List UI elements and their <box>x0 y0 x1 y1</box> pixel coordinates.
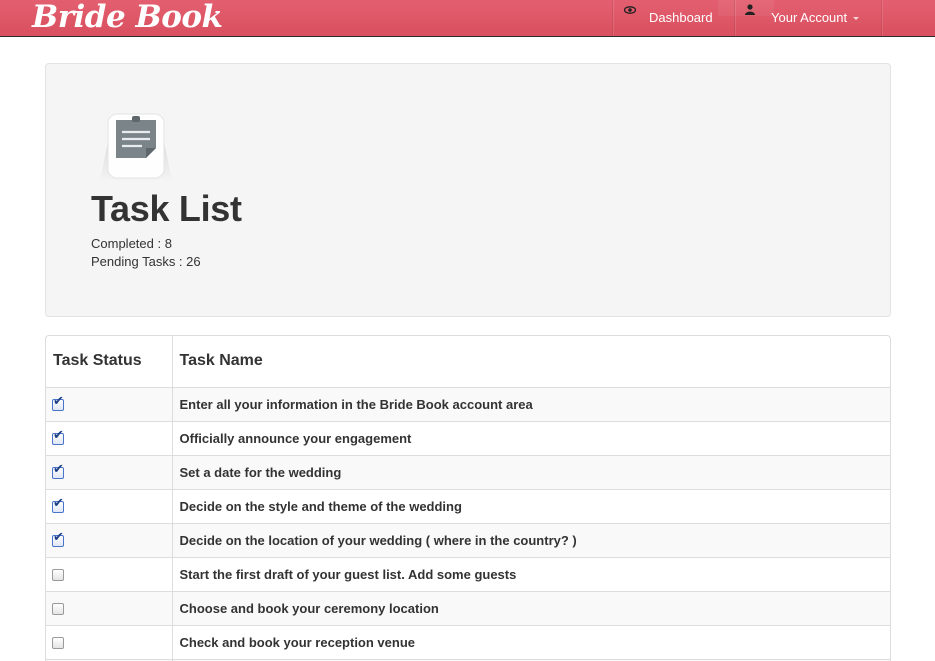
task-status-cell <box>46 556 173 591</box>
table-row: Choose and book your ceremony location <box>46 590 890 625</box>
user-icon <box>744 3 756 18</box>
table-row: ✔ Set a date for the wedding <box>46 454 890 489</box>
task-name: Start the first draft of your guest list… <box>172 556 890 591</box>
task-checkbox[interactable]: ✔ <box>52 497 64 514</box>
checkmark-icon: ✔ <box>53 496 64 512</box>
task-checkbox[interactable]: ✔ <box>52 395 64 412</box>
task-status-cell <box>46 590 173 625</box>
nav-dashboard[interactable]: Dashboard <box>613 0 734 36</box>
chevron-down-icon <box>853 17 860 21</box>
table-row: ✔ Decide on the style and theme of the we… <box>46 488 890 523</box>
table-header-row: Task Status Task Name <box>46 336 890 387</box>
checkmark-icon: ✔ <box>53 428 64 444</box>
table-row: Check and book your reception venue <box>46 624 890 659</box>
completed-count: Completed : 8 <box>91 236 172 251</box>
task-status-cell: ✔ <box>46 420 173 455</box>
column-header-name: Task Name <box>179 352 263 370</box>
column-header-status: Task Status <box>46 336 173 387</box>
top-navbar: Bride Book Dashboard Your Account <box>0 0 935 37</box>
nav-account-label: Your Account <box>771 10 860 25</box>
task-checkbox[interactable]: ✔ <box>52 429 64 446</box>
task-name: Decide on the style and theme of the wed… <box>172 488 890 523</box>
task-name: Officially announce your engagement <box>172 420 890 455</box>
notepad-icon <box>96 108 176 184</box>
nav-dashboard-label: Dashboard <box>649 10 713 25</box>
brand-logo[interactable]: Bride Book <box>32 0 223 35</box>
task-table: Task Status Task Name ✔ Enter all your in… <box>45 335 891 661</box>
task-name: Enter all your information in the Bride … <box>172 386 890 421</box>
checkmark-icon: ✔ <box>53 462 64 478</box>
task-status-cell: ✔ <box>46 386 173 421</box>
task-name: Check and book your reception venue <box>172 624 890 659</box>
task-status-cell: ✔ <box>46 454 173 489</box>
checkmark-icon: ✔ <box>53 394 64 410</box>
nav-divider <box>881 0 882 36</box>
task-checkbox[interactable]: ✔ <box>52 531 64 548</box>
pending-count: Pending Tasks : 26 <box>91 254 201 269</box>
task-status-cell <box>46 624 173 659</box>
table-row: ✔ Decide on the location of your wedding … <box>46 522 890 557</box>
task-checkbox[interactable] <box>52 637 64 650</box>
task-checkbox[interactable]: ✔ <box>52 463 64 480</box>
task-checkbox[interactable] <box>52 569 64 582</box>
task-name: Choose and book your ceremony location <box>172 590 890 625</box>
task-status-cell: ✔ <box>46 522 173 557</box>
task-summary-panel: Task List Completed : 8 Pending Tasks : … <box>45 63 891 317</box>
task-name: Decide on the location of your wedding (… <box>172 522 890 557</box>
table-row: ✔ Enter all your information in the Bride… <box>46 386 890 421</box>
table-row: Start the first draft of your guest list… <box>46 556 890 591</box>
checkmark-icon: ✔ <box>53 530 64 546</box>
task-checkbox[interactable] <box>52 603 64 616</box>
table-row: ✔ Officially announce your engagement <box>46 420 890 455</box>
task-status-cell: ✔ <box>46 488 173 523</box>
task-name: Set a date for the wedding <box>172 454 890 489</box>
page-title: Task List <box>91 188 242 229</box>
eye-icon <box>623 3 637 18</box>
nav-account-dropdown[interactable]: Your Account <box>735 0 881 36</box>
